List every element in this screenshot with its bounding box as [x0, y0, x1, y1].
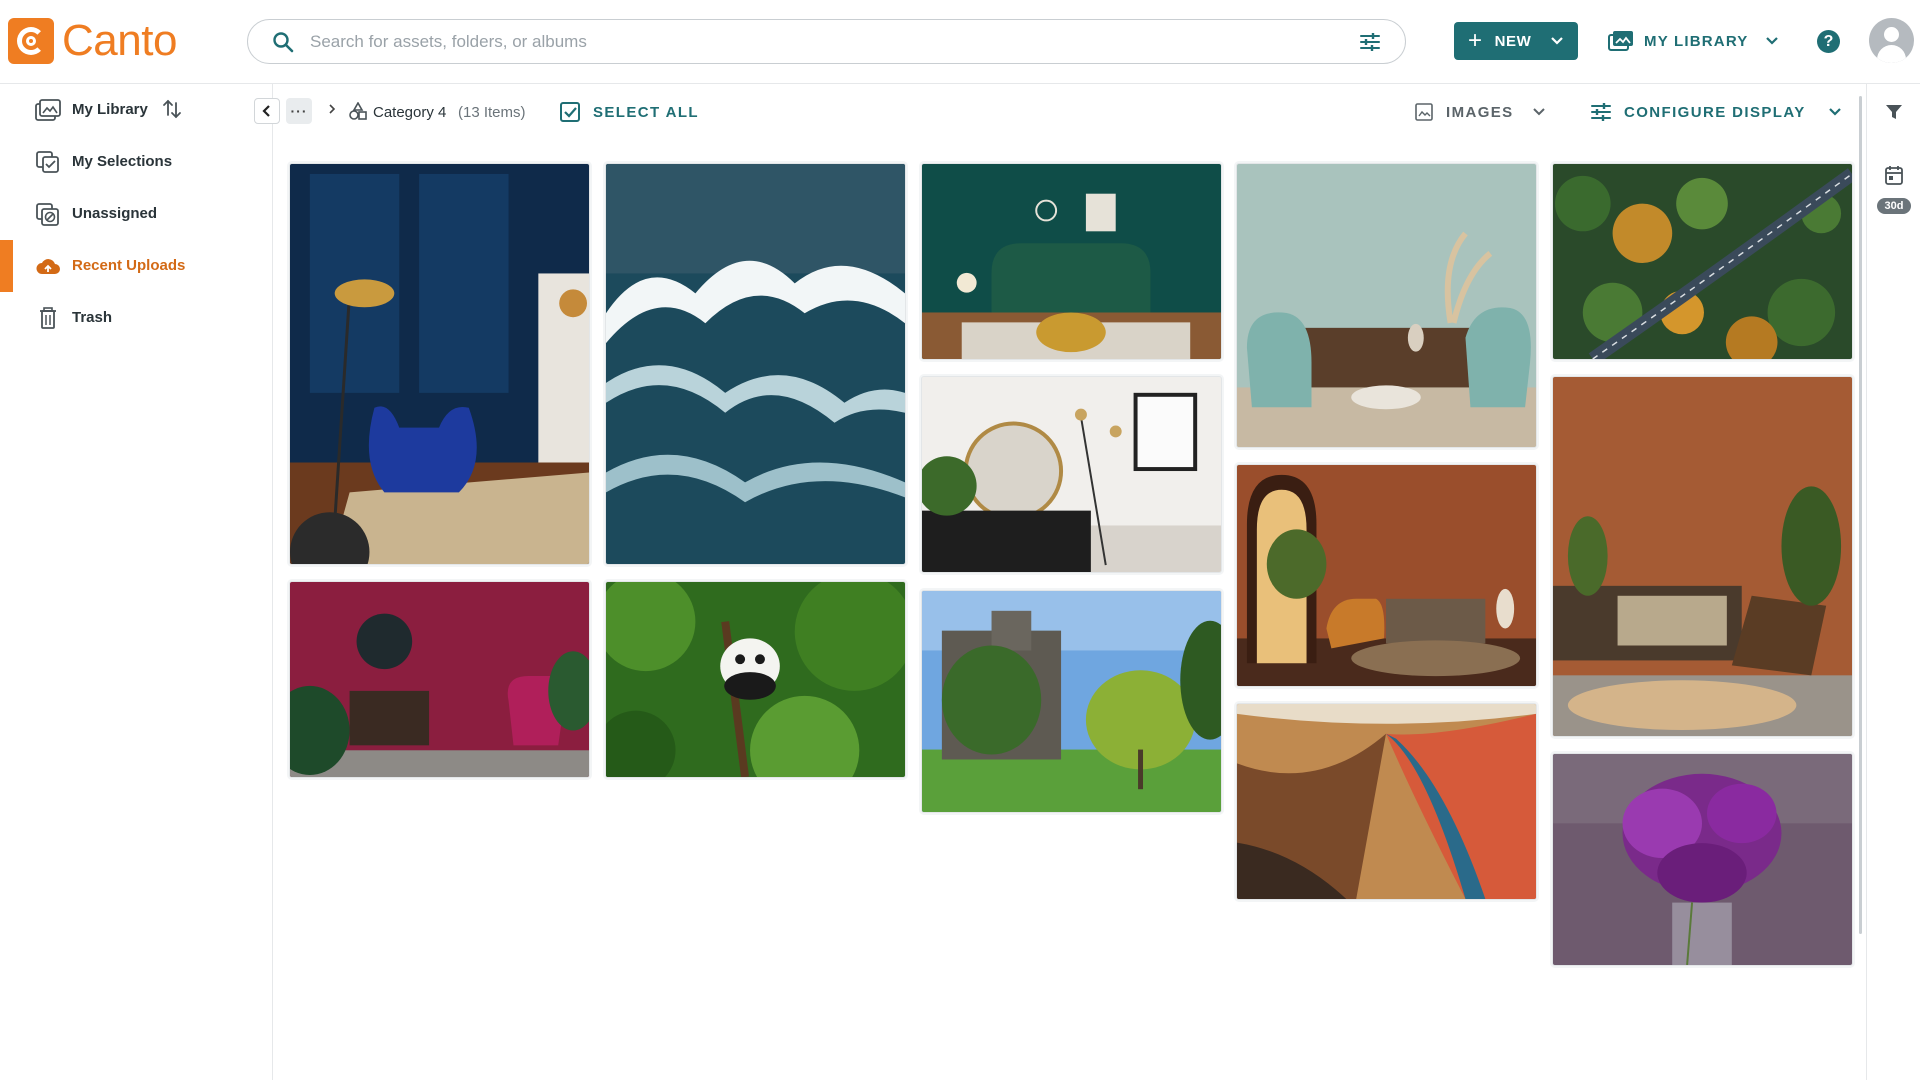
search-options-icon[interactable] [1359, 31, 1381, 53]
sidebar-item-label: Unassigned [72, 205, 158, 222]
breadcrumb-current: Category 4 [373, 104, 447, 121]
asset-type-filter[interactable]: IMAGES [1414, 102, 1546, 122]
image-thumbnail [922, 164, 1221, 359]
new-button[interactable]: + NEW [1454, 22, 1578, 60]
calendar-icon[interactable] [1884, 164, 1904, 186]
library-switcher[interactable]: MY LIBRARY [1608, 26, 1779, 56]
top-header: Canto + NEW MY LIBRARY [0, 0, 1920, 84]
category-icon [349, 102, 367, 120]
image-thumbnail [1237, 704, 1536, 899]
selections-icon [36, 151, 59, 173]
content-toolbar: ··· Category 4 (13 Items) SELECT ALL IMA… [254, 84, 1866, 144]
sidebar-item-trash[interactable]: Trash [0, 292, 272, 344]
sidebar: My Library My Selections Unassigned Rece… [0, 84, 273, 1080]
chevron-down-icon [1532, 108, 1545, 116]
asset-tile[interactable] [605, 581, 906, 778]
image-thumbnail [290, 164, 589, 564]
image-thumbnail [290, 582, 589, 777]
select-all-button[interactable]: SELECT ALL [559, 98, 699, 126]
library-icon [35, 99, 61, 121]
canto-logo-mark [8, 18, 54, 64]
canto-logo-text: Canto [62, 16, 177, 65]
sidebar-item-label: Recent Uploads [72, 257, 186, 274]
select-all-label: SELECT ALL [593, 103, 699, 121]
chevron-down-icon [1551, 37, 1563, 45]
sidebar-item-label: Trash [72, 309, 113, 326]
filter-icon[interactable] [1884, 102, 1904, 122]
sidebar-item-recent-uploads[interactable]: Recent Uploads [0, 240, 272, 292]
configure-display-button[interactable]: CONFIGURE DISPLAY [1590, 102, 1842, 122]
help-icon[interactable]: ? [1817, 30, 1840, 53]
plus-icon: + [1468, 27, 1483, 54]
asset-tile[interactable] [1552, 753, 1853, 966]
asset-tile[interactable] [1236, 163, 1537, 448]
cloud-upload-icon [36, 259, 60, 274]
image-thumbnail [1237, 164, 1536, 447]
sidebar-item-my-library[interactable]: My Library [0, 84, 272, 136]
canto-logo[interactable]: Canto [8, 18, 177, 64]
image-icon [1415, 103, 1433, 121]
asset-tile[interactable] [921, 163, 1222, 360]
active-indicator [0, 240, 13, 292]
sidebar-item-my-selections[interactable]: My Selections [0, 136, 272, 188]
asset-tile[interactable] [1552, 376, 1853, 737]
image-thumbnail [1553, 377, 1852, 736]
breadcrumb-more-button[interactable]: ··· [286, 98, 312, 124]
asset-type-filter-label: IMAGES [1446, 103, 1514, 121]
search-bar [247, 19, 1406, 64]
asset-tile[interactable] [1236, 703, 1537, 900]
asset-tile[interactable] [605, 163, 906, 565]
tune-icon [1591, 103, 1611, 121]
grid-scrollbar[interactable] [1859, 96, 1862, 934]
new-button-label: NEW [1494, 32, 1532, 50]
library-icon [1608, 31, 1633, 51]
image-thumbnail [1553, 754, 1852, 965]
image-thumbnail [1237, 465, 1536, 686]
image-thumbnail [1553, 164, 1852, 359]
sidebar-item-label: My Selections [72, 153, 173, 170]
user-avatar[interactable] [1869, 18, 1914, 63]
back-button[interactable] [254, 98, 280, 124]
configure-display-label: CONFIGURE DISPLAY [1624, 103, 1806, 121]
image-thumbnail [922, 377, 1221, 572]
date-range-badge[interactable]: 30d [1877, 198, 1911, 214]
sidebar-item-unassigned[interactable]: Unassigned [0, 188, 272, 240]
item-count: (13 Items) [458, 104, 526, 121]
right-rail: 30d [1866, 84, 1920, 1080]
asset-tile[interactable] [921, 376, 1222, 573]
chevron-right-icon [329, 104, 336, 114]
trash-icon [40, 307, 56, 329]
asset-tile[interactable] [289, 163, 590, 565]
asset-tile[interactable] [921, 590, 1222, 813]
chevron-down-icon [1828, 108, 1841, 116]
checkbox-checked-icon [560, 102, 580, 122]
asset-tile[interactable] [1236, 464, 1537, 687]
image-thumbnail [922, 591, 1221, 812]
sort-icon[interactable] [162, 98, 182, 120]
chevron-down-icon [1765, 37, 1778, 45]
image-thumbnail [606, 582, 905, 777]
library-switcher-label: MY LIBRARY [1644, 32, 1749, 50]
asset-tile[interactable] [1552, 163, 1853, 360]
unassigned-icon [36, 203, 59, 226]
image-thumbnail [606, 164, 905, 564]
search-input[interactable] [310, 28, 1290, 56]
sidebar-item-label: My Library [72, 101, 148, 118]
asset-tile[interactable] [289, 581, 590, 778]
search-icon[interactable] [272, 31, 294, 53]
chevron-left-icon [262, 105, 270, 117]
